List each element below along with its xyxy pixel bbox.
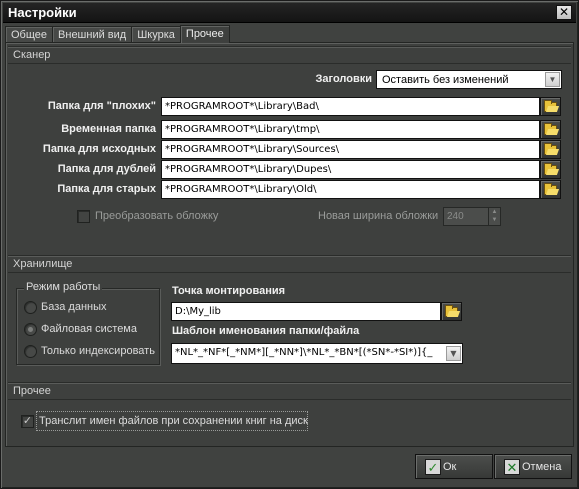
- folder-open-icon: [544, 100, 557, 112]
- cover-width-value: 240: [447, 211, 464, 222]
- tab-panel-other: Сканер Заголовки Оставить без изменений …: [5, 42, 574, 447]
- mode-database-label: База данных: [41, 301, 107, 313]
- mode-index-only-radio[interactable]: [24, 345, 37, 358]
- sources-folder-browse-button[interactable]: [540, 140, 561, 159]
- headings-select[interactable]: Оставить без изменений ▼: [376, 70, 562, 89]
- old-folder-field[interactable]: *PROGRAMROOT*\Library\Old\: [161, 180, 540, 199]
- convert-cover-checkbox[interactable]: [77, 210, 90, 223]
- headings-select-value: Оставить без изменений: [382, 74, 509, 86]
- naming-template-label: Шаблон именования папки/файла: [172, 325, 360, 337]
- bad-folder-field[interactable]: *PROGRAMROOT*\Library\Bad\: [161, 97, 540, 116]
- translit-checkbox[interactable]: ✓: [21, 415, 34, 428]
- cover-width-label: Новая ширина обложки: [318, 210, 439, 222]
- tab-skin[interactable]: Шкурка: [131, 26, 181, 43]
- cross-icon: ✕: [504, 459, 520, 475]
- convert-cover-label: Преобразовать обложку: [95, 210, 219, 222]
- spinner-buttons[interactable]: ▲ ▼: [488, 208, 500, 225]
- temp-folder-label: Временная папка: [61, 123, 156, 135]
- sources-folder-label: Папка для исходных: [42, 143, 156, 155]
- mode-index-only-label: Только индексировать: [41, 345, 155, 357]
- close-button[interactable]: ✕: [556, 5, 572, 20]
- mount-point-field[interactable]: D:\My_lib: [171, 302, 441, 321]
- other-section-header: Прочее: [8, 382, 571, 400]
- mount-point-label: Точка монтирования: [172, 285, 286, 297]
- settings-window: Настройки ✕ Общее Внешний вид Шкурка Про…: [0, 0, 579, 489]
- dupes-folder-label: Папка для дублей: [57, 163, 156, 175]
- spinner-down-icon[interactable]: ▼: [489, 216, 500, 224]
- mode-filesystem-label: Файловая система: [41, 323, 137, 335]
- temp-folder-browse-button[interactable]: [540, 120, 561, 139]
- ok-button-label: Ок: [443, 461, 457, 473]
- dupes-folder-field[interactable]: *PROGRAMROOT*\Library\Dupes\: [161, 160, 540, 179]
- ok-button[interactable]: ✓ Ок: [415, 454, 493, 479]
- mode-group-title: Режим работы: [24, 281, 103, 293]
- tab-other[interactable]: Прочее: [179, 25, 230, 43]
- old-folder-label: Папка для старых: [57, 183, 156, 195]
- naming-template-combo[interactable]: *NL*_*NF*[_*NM*][_*NN*]\*NL*_*BN*[(*SN*-…: [171, 343, 463, 364]
- old-folder-browse-button[interactable]: [540, 180, 561, 199]
- window-title: Настройки: [8, 5, 77, 20]
- close-icon: ✕: [558, 5, 570, 19]
- tab-appearance[interactable]: Внешний вид: [52, 26, 133, 43]
- bad-folder-label: Папка для "плохих": [47, 100, 156, 112]
- cancel-button-label: Отмена: [522, 461, 562, 473]
- folder-open-icon: [544, 123, 557, 135]
- headings-label: Заголовки: [315, 73, 372, 85]
- mount-point-browse-button[interactable]: [441, 302, 462, 321]
- folder-open-icon: [544, 143, 557, 155]
- temp-folder-field[interactable]: *PROGRAMROOT*\Library\tmp\: [161, 120, 540, 139]
- folder-open-icon: [544, 183, 557, 195]
- mode-filesystem-radio[interactable]: [24, 323, 37, 336]
- scanner-section-header: Сканер: [8, 46, 571, 64]
- spinner-up-icon[interactable]: ▲: [489, 208, 500, 216]
- storage-section-header: Хранилище: [8, 255, 571, 273]
- naming-template-value: *NL*_*NF*[_*NM*][_*NN*]\*NL*_*BN*[(*SN*-…: [175, 347, 433, 358]
- translit-label: Транслит имен файлов при сохранении книг…: [39, 415, 308, 427]
- folder-open-icon: [445, 305, 458, 317]
- dupes-folder-browse-button[interactable]: [540, 160, 561, 179]
- tab-strip: Общее Внешний вид Шкурка Прочее: [5, 25, 230, 43]
- mode-database-radio[interactable]: [24, 301, 37, 314]
- bad-folder-browse-button[interactable]: [540, 97, 561, 116]
- title-bar[interactable]: Настройки ✕: [3, 3, 576, 23]
- sources-folder-field[interactable]: *PROGRAMROOT*\Library\Sources\: [161, 140, 540, 159]
- chevron-down-icon[interactable]: ▼: [446, 346, 461, 361]
- cancel-button[interactable]: ✕ Отмена: [494, 454, 572, 479]
- folder-open-icon: [544, 163, 557, 175]
- chevron-down-icon[interactable]: ▼: [545, 72, 560, 87]
- checkmark-icon: ✓: [425, 459, 441, 475]
- tab-general[interactable]: Общее: [5, 26, 54, 43]
- cover-width-spinner[interactable]: 240 ▲ ▼: [443, 207, 501, 226]
